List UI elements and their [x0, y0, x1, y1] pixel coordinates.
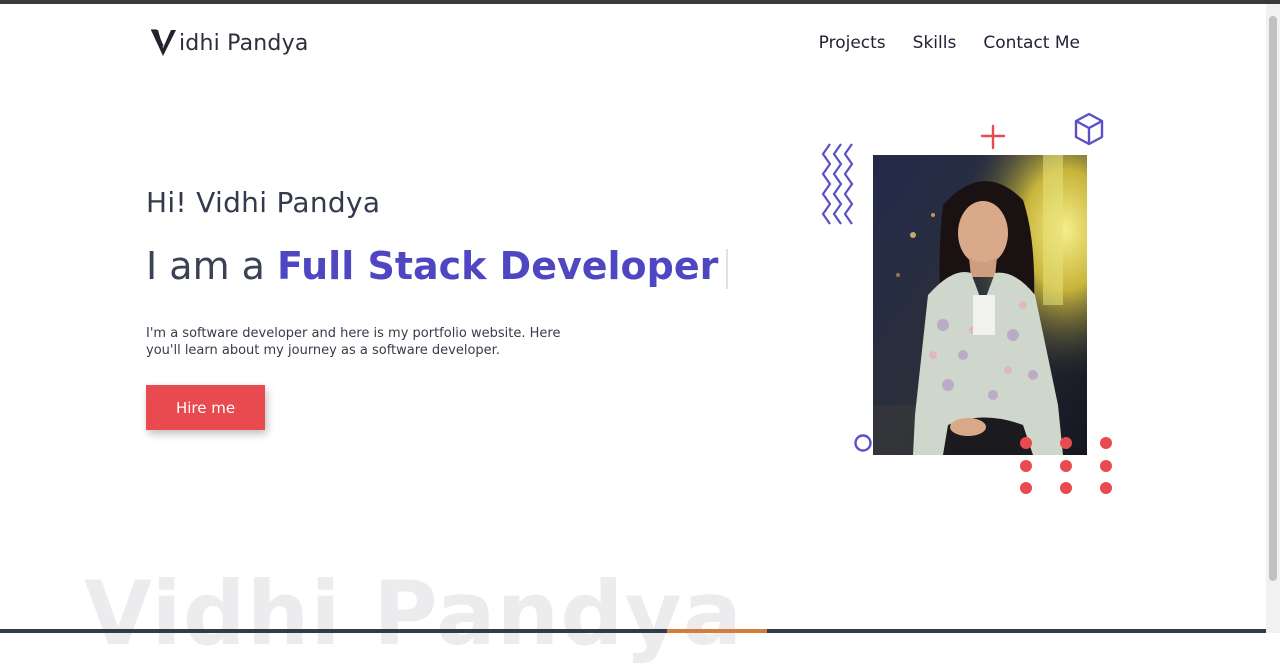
page-scrollbar[interactable] [1266, 4, 1280, 633]
browser-top-edge [0, 0, 1280, 4]
hire-me-button[interactable]: Hire me [146, 385, 265, 430]
role-highlight: Full Stack Developer [277, 244, 719, 288]
v-logo-icon [151, 29, 176, 56]
main-nav: Projects Skills Contact Me [819, 33, 1080, 53]
zigzag-icon [821, 143, 854, 225]
nav-projects[interactable]: Projects [819, 33, 886, 53]
hero-role: I am a Full Stack Developer [146, 244, 729, 289]
nav-skills[interactable]: Skills [913, 33, 957, 53]
nav-contact-me[interactable]: Contact Me [983, 33, 1080, 53]
hero-description: I'm a software developer and here is my … [146, 326, 561, 358]
logo-text: idhi Pandya [179, 30, 309, 56]
plus-icon [980, 124, 1006, 150]
profile-photo [873, 155, 1087, 455]
typing-caret [726, 248, 729, 289]
background-watermark: Vidhi Pandya [84, 562, 744, 665]
scrollbar-thumb[interactable] [1269, 16, 1277, 581]
role-prefix: I am a [146, 244, 278, 288]
bottom-accent [667, 629, 767, 633]
dot-grid-icon [1020, 437, 1112, 494]
site-logo[interactable]: idhi Pandya [150, 28, 309, 58]
ring-icon [854, 434, 872, 452]
hero-greeting: Hi! Vidhi Pandya [146, 186, 381, 219]
cube-icon [1074, 112, 1104, 146]
browser-bottom-edge [0, 629, 1266, 633]
